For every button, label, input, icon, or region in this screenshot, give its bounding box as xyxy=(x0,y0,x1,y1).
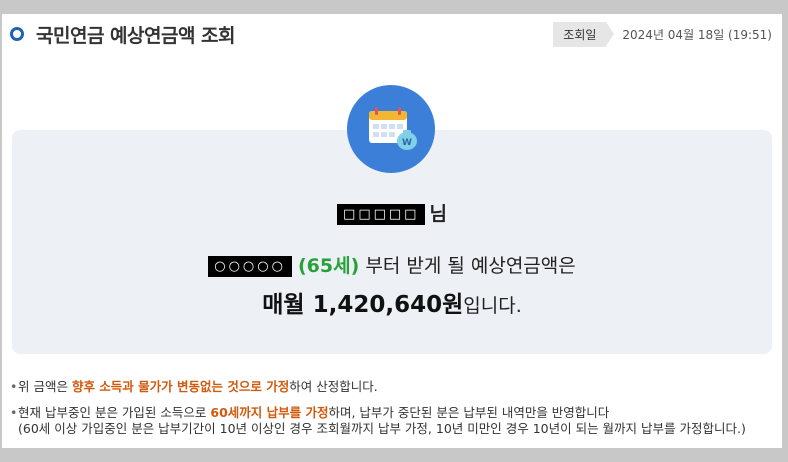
note-2: • 현재 납부중인 분은 가입된 소득으로 60세까지 납부를 가정하며, 납부… xyxy=(10,404,746,438)
pension-result-panel: 국민연금 예상연금액 조회 조회일 2024년 04월 18일 (19:51) … xyxy=(2,14,782,448)
note-2-pre: 현재 납부중인 분은 가입된 소득으로 xyxy=(18,405,211,420)
monthly-amount: 매월 1,420,640원 xyxy=(262,292,464,318)
note-1-pre: 위 금액은 xyxy=(18,379,72,394)
note-2-sub: (60세 이상 가입중인 분은 납부기간이 10년 이상인 경우 조회월까지 납… xyxy=(18,421,746,436)
query-date-block: 조회일 2024년 04월 18일 (19:51) xyxy=(553,22,772,47)
redacted-start-date: ○○○○○ xyxy=(208,256,292,277)
note-2-em: 60세까지 납부를 가정 xyxy=(210,405,329,420)
age-label: (65세) xyxy=(298,255,360,277)
calendar-money-icon-graphic: W xyxy=(369,107,417,150)
honorific: 님 xyxy=(429,203,447,225)
query-date-badge: 조회일 xyxy=(553,22,615,47)
query-date: 2024년 04월 18일 (19:51) xyxy=(622,28,772,42)
bullet-icon: • xyxy=(10,379,18,394)
start-date-row: ○○○○○ (65세) 부터 받게 될 예상연금액은 xyxy=(2,251,782,278)
start-text: 부터 받게 될 예상연금액은 xyxy=(365,255,576,277)
amount-suffix: 입니다. xyxy=(463,295,522,317)
note-2-post: 하며, 납부가 중단된 분은 납부된 내역만을 반영합니다 xyxy=(328,405,610,420)
redacted-name: □□□□□ xyxy=(337,204,426,225)
recipient-name-row: □□□□□ 님 xyxy=(2,199,782,226)
note-1: • 위 금액은 향후 소득과 물가가 변동없는 것으로 가정하여 산정합니다. xyxy=(10,378,746,396)
title-row: 국민연금 예상연금액 조회 xyxy=(10,20,236,48)
note-1-post: 하여 산정합니다. xyxy=(289,379,378,394)
note-1-em: 향후 소득과 물가가 변동없는 것으로 가정 xyxy=(71,379,290,394)
title-bullet-icon xyxy=(10,27,24,41)
page-title: 국민연금 예상연금액 조회 xyxy=(36,24,236,47)
bullet-icon: • xyxy=(10,405,18,420)
amount-row: 매월 1,420,640원입니다. xyxy=(2,285,782,319)
calendar-money-icon: W xyxy=(347,85,435,173)
svg-text:W: W xyxy=(402,138,412,148)
notes: • 위 금액은 향후 소득과 물가가 변동없는 것으로 가정하여 산정합니다. … xyxy=(10,378,746,446)
